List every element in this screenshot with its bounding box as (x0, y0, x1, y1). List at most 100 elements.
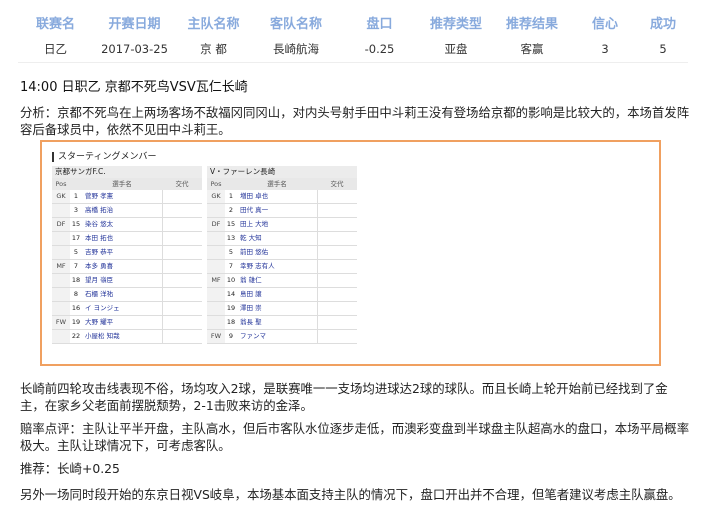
lineup-title: スターティングメンバー (52, 152, 156, 162)
player-row: 18 翁長 聖 (207, 316, 357, 330)
player-name: 島田 譲 (237, 288, 317, 301)
summary-value-cell: 客赢 (520, 42, 544, 56)
player-row: FW 9 ファンマ (207, 330, 357, 344)
player-position: GK (207, 190, 225, 203)
player-number: 14 (225, 288, 237, 301)
player-row: GK 1 増田 卓也 (207, 190, 357, 204)
lineup-column-header: Pos (55, 180, 67, 188)
player-position (52, 288, 70, 301)
lineup-column-header (225, 178, 237, 190)
player-number: 8 (70, 288, 82, 301)
away-player-list: GK 1 増田 卓也 2 田代 真一 DF 15 田上 大地 13 乾 大知 5 前田 悠佑 7 幸野 志… (207, 190, 357, 344)
player-row: 3 高橋 拓治 (52, 204, 202, 218)
player-position (207, 204, 225, 217)
nagasaki-paragraph: 长崎前四轮攻击线表现不俗，场均攻入2球，是联赛唯一一支场均进球达2球的球队。而且… (20, 381, 668, 413)
player-position (207, 260, 225, 273)
player-substitution (162, 218, 202, 231)
player-position (52, 246, 70, 259)
lineup-column-header (70, 178, 82, 190)
player-substitution (317, 204, 357, 217)
match-title: 14:00 日职乙 京都不死鸟VSV瓦仁长崎 (20, 80, 248, 95)
prediction-summary-table: 联赛名 开赛日期 主队名称 客队名称 盘口 推荐类型 推荐结果 信心 成功 日乙 2017-03-… (18, 12, 686, 60)
player-position (52, 232, 70, 245)
player-position (207, 288, 225, 301)
player-name: イ ヨンジェ (82, 302, 162, 315)
odds-paragraph: 赔率点评：主队让平半开盘，主队高水，但后市客队水位逐步走低，而澳彩变盘到半球盘主… (20, 421, 690, 453)
player-row: 22 小屋松 知哉 (52, 330, 202, 344)
player-name: 増田 卓也 (237, 190, 317, 203)
player-number: 13 (225, 232, 237, 245)
player-row: 5 吉野 恭平 (52, 246, 202, 260)
player-number: 19 (225, 302, 237, 315)
summary-header-cell: 推荐类型 (429, 17, 482, 32)
player-substitution (317, 302, 357, 315)
lineup-column-header: Pos (210, 180, 222, 188)
player-number: 19 (70, 316, 82, 329)
player-row: GK 1 菅野 孝憲 (52, 190, 202, 204)
player-number: 3 (70, 204, 82, 217)
player-substitution (162, 274, 202, 287)
home-lineup-table: 京都サンガF.C. Pos 選手名 交代 GK 1 菅野 孝憲 3 高橋 拓治 DF 15 染谷 … (52, 166, 202, 344)
player-number: 7 (225, 260, 237, 273)
player-substitution (317, 274, 357, 287)
player-substitution (162, 330, 202, 343)
player-position: GK (52, 190, 70, 203)
player-position: MF (52, 260, 70, 273)
away-team-name: V・ファーレン長崎 (207, 166, 357, 178)
player-name: 石櫃 洋祐 (82, 288, 162, 301)
summary-value-cell: 日乙 (44, 42, 67, 56)
player-substitution (162, 316, 202, 329)
player-substitution (317, 232, 357, 245)
player-position: FW (52, 316, 70, 329)
player-substitution (317, 190, 357, 203)
player-row: FW 19 大野 耀平 (52, 316, 202, 330)
player-row: 19 澤田 崇 (207, 302, 357, 316)
player-substitution (162, 232, 202, 245)
player-substitution (162, 246, 202, 259)
player-number: 1 (70, 190, 82, 203)
player-number: 7 (70, 260, 82, 273)
summary-header-cell: 成功 (649, 17, 676, 32)
player-position: FW (207, 330, 225, 343)
away-lineup-table: V・ファーレン長崎 Pos 選手名 交代 GK 1 増田 卓也 2 田代 真一 DF 15 田上 … (207, 166, 357, 344)
summary-value-row: 日乙 2017-03-25 京 都 長崎航海 -0.25 亚盘 客赢 3 5 (18, 38, 686, 60)
player-name: 前田 悠佑 (237, 246, 317, 259)
summary-value-cell: 長崎航海 (273, 42, 319, 56)
player-number: 2 (225, 204, 237, 217)
home-player-list: GK 1 菅野 孝憲 3 高橋 拓治 DF 15 染谷 悠太 17 本田 拓也 5 吉野 恭平 MF 7 本… (52, 190, 202, 344)
player-position (52, 302, 70, 315)
player-substitution (162, 204, 202, 217)
player-name: 田代 真一 (237, 204, 317, 217)
player-row: 7 幸野 志有人 (207, 260, 357, 274)
summary-header-row: 联赛名 开赛日期 主队名称 客队名称 盘口 推荐类型 推荐结果 信心 成功 (18, 12, 686, 38)
player-name: 田上 大地 (237, 218, 317, 231)
player-position (207, 316, 225, 329)
player-name: 吉野 恭平 (82, 246, 162, 259)
player-position: DF (52, 218, 70, 231)
player-number: 18 (225, 316, 237, 329)
player-number: 15 (70, 218, 82, 231)
player-substitution (317, 260, 357, 273)
player-row: 8 石櫃 洋祐 (52, 288, 202, 302)
player-number: 5 (70, 246, 82, 259)
player-row: MF 10 翁 雄仁 (207, 274, 357, 288)
player-substitution (162, 260, 202, 273)
player-name: 澤田 崇 (237, 302, 317, 315)
home-column-headers: Pos 選手名 交代 (52, 178, 202, 190)
player-row: 16 イ ヨンジェ (52, 302, 202, 316)
player-row: MF 7 本多 勇喜 (52, 260, 202, 274)
player-substitution (317, 316, 357, 329)
player-row: 18 望月 嶺臣 (52, 274, 202, 288)
player-name: ファンマ (237, 330, 317, 343)
player-number: 17 (70, 232, 82, 245)
divider (18, 62, 688, 63)
lineup-column-header: 交代 (175, 180, 189, 188)
player-name: 本多 勇喜 (82, 260, 162, 273)
player-number: 9 (225, 330, 237, 343)
lineup-column-header: 選手名 (112, 180, 132, 188)
player-name: 高橋 拓治 (82, 204, 162, 217)
player-position: MF (207, 274, 225, 287)
player-substitution (317, 218, 357, 231)
recommendation: 推荐：长崎+0.25 (20, 461, 120, 476)
player-substitution (162, 288, 202, 301)
